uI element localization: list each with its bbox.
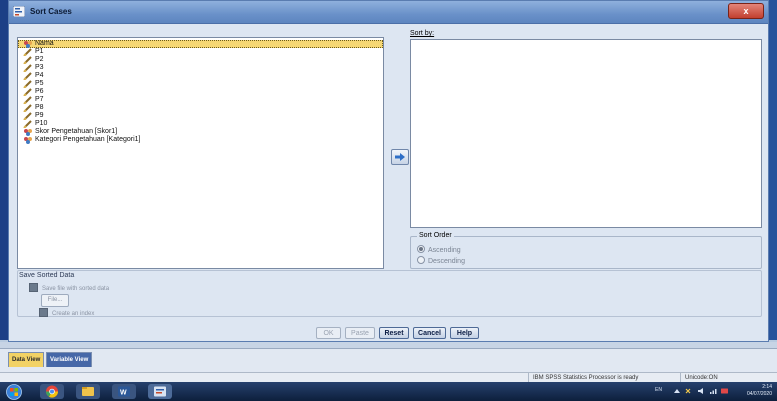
scale-variable-icon <box>23 88 32 96</box>
list-item-label: P8 <box>35 104 44 111</box>
save-sorted-data-group <box>17 270 762 317</box>
list-item-p8[interactable]: P8 <box>18 104 383 112</box>
scale-variable-icon <box>23 64 32 72</box>
save-file-checkbox[interactable]: Save file with sorted data <box>29 283 109 292</box>
list-item-skor-pengetahuan[interactable]: Skor Pengetahuan [Skor1] <box>18 128 383 136</box>
list-item-label: P10 <box>35 120 48 127</box>
scale-variable-icon <box>23 48 32 56</box>
list-item-p6[interactable]: P6 <box>18 88 383 96</box>
list-item-p5[interactable]: P5 <box>18 80 383 88</box>
clock-date: 04/07/2020 <box>746 391 772 397</box>
list-item-p1[interactable]: P1 <box>18 48 383 56</box>
language-indicator[interactable]: EN <box>655 387 662 393</box>
reset-button[interactable]: Reset <box>379 327 409 339</box>
scale-variable-icon <box>23 96 32 104</box>
scale-variable-icon <box>23 104 32 112</box>
tab-data-view[interactable]: Data View <box>8 352 45 367</box>
list-item-kategori-pengetahuan[interactable]: Kategori Pengetahuan [Kategori1] <box>18 136 383 144</box>
ok-button[interactable]: OK <box>316 327 341 339</box>
radio-indicator <box>417 256 425 264</box>
create-index-label: Create an index <box>52 311 95 317</box>
list-item-label: Nama <box>35 40 54 47</box>
descending-label: Descending <box>428 258 465 265</box>
list-item-label: Skor Pengetahuan [Skor1] <box>35 128 118 135</box>
radio-indicator <box>417 245 425 253</box>
list-item-p2[interactable]: P2 <box>18 56 383 64</box>
list-item-label: P4 <box>35 72 44 79</box>
file-explorer-taskbar-icon[interactable] <box>76 384 100 399</box>
horizontal-scrollbar[interactable] <box>0 342 777 349</box>
checkbox-box <box>29 283 38 292</box>
paste-button[interactable]: Paste <box>345 327 375 339</box>
help-button[interactable]: Help <box>450 327 479 339</box>
scale-variable-icon <box>23 56 32 64</box>
sort-order-legend: Sort Order <box>417 232 454 239</box>
list-item-label: P9 <box>35 112 44 119</box>
spss-background-right <box>769 0 777 340</box>
scale-variable-icon <box>23 120 32 128</box>
list-item-label: P3 <box>35 64 44 71</box>
list-item-p10[interactable]: P10 <box>18 120 383 128</box>
nominal-variable-icon <box>24 137 32 144</box>
ascending-label: Ascending <box>428 247 461 254</box>
scale-variable-icon <box>23 72 32 80</box>
taskbar-clock[interactable]: 2:14 04/07/2020 <box>747 384 772 398</box>
scale-variable-icon <box>23 80 32 88</box>
start-button-icon[interactable] <box>6 384 22 400</box>
create-index-checkbox[interactable]: Create an index <box>39 308 94 317</box>
checkbox-box <box>39 308 48 317</box>
list-item-nama[interactable]: Nama <box>18 40 383 48</box>
variable-list[interactable]: Nama P1 P2 P3 P4 P5 P6 P7 P8 P9 P10 Skor… <box>17 37 384 269</box>
ascending-radio[interactable]: Ascending <box>417 245 461 254</box>
svg-text:W: W <box>120 390 127 397</box>
save-file-label: Save file with sorted data <box>42 286 110 292</box>
descending-radio[interactable]: Descending <box>417 256 465 265</box>
list-item-p9[interactable]: P9 <box>18 112 383 120</box>
scale-variable-icon <box>23 112 32 120</box>
spss-background-left <box>0 0 8 340</box>
list-item-label: P7 <box>35 96 44 103</box>
spss-view-tabs: Data View Variable View <box>0 342 777 372</box>
dialog-title: Sort Cases <box>30 7 72 16</box>
dialog-body: Nama P1 P2 P3 P4 P5 P6 P7 P8 P9 P10 Skor… <box>9 24 768 341</box>
sort-cases-icon <box>13 6 25 17</box>
sort-by-list[interactable] <box>410 39 762 228</box>
cancel-button[interactable]: Cancel <box>413 327 446 339</box>
nominal-variable-icon <box>24 41 32 48</box>
system-tray-icons[interactable] <box>672 387 730 395</box>
word-taskbar-icon[interactable]: W <box>112 384 136 399</box>
list-item-label: P6 <box>35 88 44 95</box>
list-item-label: P5 <box>35 80 44 87</box>
list-item-p4[interactable]: P4 <box>18 72 383 80</box>
list-item-label: P2 <box>35 56 44 63</box>
list-item-label: Kategori Pengetahuan [Kategori1] <box>35 136 141 143</box>
sort-cases-dialog: Sort Cases x Nama P1 P2 P3 P4 P5 P6 P7 P… <box>8 0 769 342</box>
spss-taskbar-icon[interactable] <box>148 384 172 399</box>
dialog-titlebar[interactable]: Sort Cases x <box>9 1 768 24</box>
move-to-sort-by-button[interactable] <box>391 149 409 165</box>
clock-time: 2:14 <box>762 384 772 390</box>
sort-by-label: Sort by: <box>410 30 435 37</box>
list-item-p3[interactable]: P3 <box>18 64 383 72</box>
file-button[interactable]: File... <box>41 294 69 307</box>
nominal-variable-icon <box>24 129 32 136</box>
list-item-label: P1 <box>35 48 44 55</box>
tab-variable-view[interactable]: Variable View <box>46 352 93 367</box>
windows-taskbar: W EN 2:14 04/07/2020 <box>0 382 777 401</box>
close-button[interactable]: x <box>728 3 764 19</box>
save-sorted-data-title: Save Sorted Data <box>19 272 75 279</box>
chrome-taskbar-icon[interactable] <box>40 384 64 399</box>
sort-order-group: Sort Order Ascending Descending <box>410 232 762 269</box>
list-item-p7[interactable]: P7 <box>18 96 383 104</box>
arrow-right-icon <box>395 153 405 161</box>
